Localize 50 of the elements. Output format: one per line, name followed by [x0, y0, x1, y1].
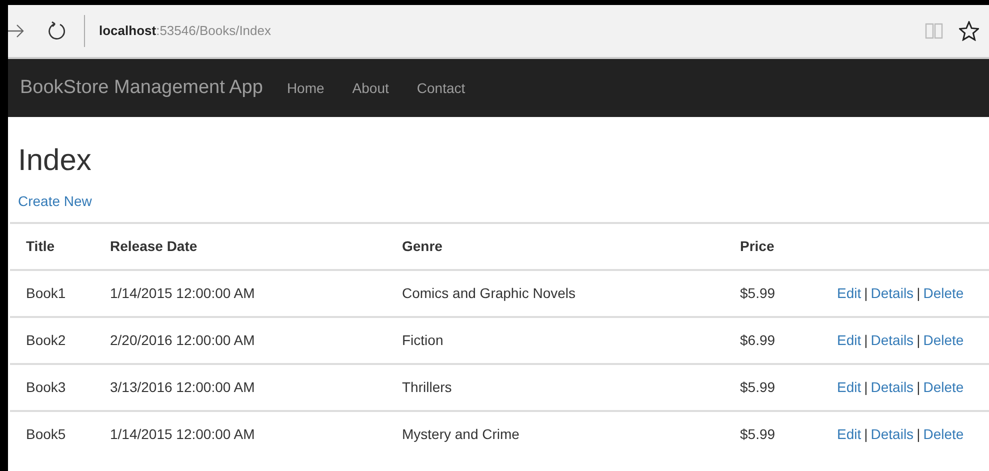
action-link[interactable]: Delete	[923, 285, 964, 301]
page-title: Index	[18, 143, 92, 179]
column-header: Genre	[402, 223, 740, 270]
action-link[interactable]: Delete	[923, 426, 964, 442]
column-header: Price	[740, 223, 837, 270]
action-link[interactable]: Edit	[837, 332, 862, 348]
table-cell: $5.99	[740, 270, 837, 317]
action-link[interactable]: Details	[870, 426, 914, 442]
star-icon[interactable]	[959, 21, 979, 41]
separator: |	[916, 332, 920, 348]
create-new-link[interactable]: Create New	[18, 193, 92, 209]
table-cell: Fiction	[402, 317, 740, 364]
nav-link[interactable]: About	[352, 78, 389, 98]
column-header: Title	[10, 223, 110, 270]
table-cell: 3/13/2016 12:00:00 AM	[110, 364, 402, 411]
table-cell: $5.99	[740, 364, 837, 411]
action-link[interactable]: Details	[870, 379, 914, 395]
nav-link[interactable]: Contact	[416, 78, 466, 98]
table-cell: Mystery and Crime	[402, 411, 740, 457]
table-cell: 2/20/2016 12:00:00 AM	[110, 317, 402, 364]
separator: |	[864, 426, 868, 442]
table-cell: Thrillers	[402, 364, 740, 411]
table-cell: $5.99	[740, 411, 837, 457]
separator: |	[864, 332, 868, 348]
table-cell: 1/14/2015 12:00:00 AM	[110, 411, 402, 457]
nav-link[interactable]: Home	[286, 78, 324, 98]
separator: |	[864, 379, 868, 395]
action-link[interactable]: Edit	[837, 379, 862, 395]
separator: |	[916, 426, 920, 442]
action-link[interactable]: Details	[870, 285, 914, 301]
table-cell: Book5	[10, 411, 110, 457]
table-cell: Book3	[10, 364, 110, 411]
table-cell: Comics and Graphic Novels	[402, 270, 740, 317]
action-link[interactable]: Edit	[837, 285, 862, 301]
action-link[interactable]: Delete	[923, 332, 964, 348]
brand-link[interactable]: BookStore Management App	[20, 74, 263, 102]
forward-icon[interactable]	[8, 24, 24, 38]
table-cell: $6.99	[740, 317, 837, 364]
refresh-icon[interactable]	[48, 21, 66, 41]
separator: |	[916, 285, 920, 301]
action-link[interactable]: Delete	[923, 379, 964, 395]
address-field[interactable]: localhost:53546/Books/Index	[99, 21, 271, 41]
separator: |	[916, 379, 920, 395]
action-link[interactable]: Edit	[837, 426, 862, 442]
table-cell: Book1	[10, 270, 110, 317]
separator: |	[864, 285, 868, 301]
column-header: Release Date	[110, 223, 402, 270]
table-cell: 1/14/2015 12:00:00 AM	[110, 270, 402, 317]
action-link[interactable]: Details	[870, 332, 914, 348]
table-cell: Book2	[10, 317, 110, 364]
